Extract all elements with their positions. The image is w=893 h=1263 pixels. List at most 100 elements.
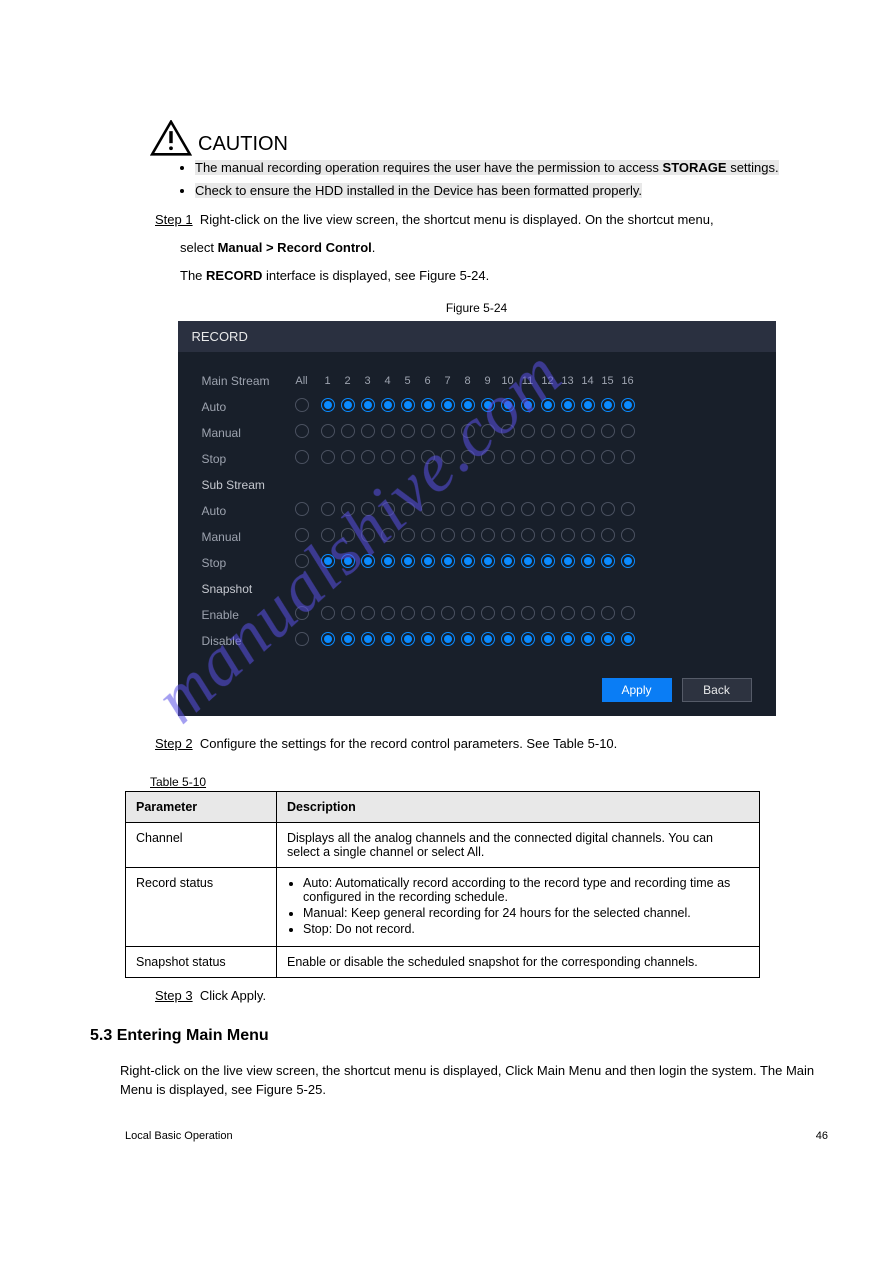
radio-ch-15[interactable]: [601, 606, 615, 620]
radio-ch-1[interactable]: [321, 554, 335, 568]
radio-ch-4[interactable]: [381, 398, 395, 412]
radio-ch-7[interactable]: [441, 398, 455, 412]
radio-ch-6[interactable]: [421, 502, 435, 516]
back-button[interactable]: Back: [682, 678, 752, 702]
radio-ch-1[interactable]: [321, 502, 335, 516]
radio-ch-15[interactable]: [601, 502, 615, 516]
radio-all[interactable]: [295, 554, 309, 568]
radio-ch-10[interactable]: [501, 632, 515, 646]
radio-ch-7[interactable]: [441, 554, 455, 568]
radio-ch-2[interactable]: [341, 606, 355, 620]
radio-ch-5[interactable]: [401, 450, 415, 464]
radio-ch-1[interactable]: [321, 424, 335, 438]
radio-ch-9[interactable]: [481, 554, 495, 568]
radio-ch-4[interactable]: [381, 450, 395, 464]
radio-ch-14[interactable]: [581, 424, 595, 438]
radio-ch-16[interactable]: [621, 502, 635, 516]
radio-ch-3[interactable]: [361, 632, 375, 646]
radio-ch-15[interactable]: [601, 424, 615, 438]
radio-ch-7[interactable]: [441, 606, 455, 620]
radio-ch-15[interactable]: [601, 528, 615, 542]
radio-ch-3[interactable]: [361, 424, 375, 438]
radio-all[interactable]: [295, 528, 309, 542]
radio-ch-10[interactable]: [501, 528, 515, 542]
radio-ch-9[interactable]: [481, 398, 495, 412]
radio-ch-16[interactable]: [621, 528, 635, 542]
radio-ch-12[interactable]: [541, 632, 555, 646]
radio-ch-2[interactable]: [341, 450, 355, 464]
radio-ch-8[interactable]: [461, 632, 475, 646]
radio-ch-2[interactable]: [341, 528, 355, 542]
radio-all[interactable]: [295, 502, 309, 516]
radio-ch-13[interactable]: [561, 424, 575, 438]
radio-ch-8[interactable]: [461, 554, 475, 568]
radio-ch-12[interactable]: [541, 424, 555, 438]
radio-ch-16[interactable]: [621, 424, 635, 438]
radio-ch-14[interactable]: [581, 528, 595, 542]
radio-ch-14[interactable]: [581, 606, 595, 620]
radio-ch-10[interactable]: [501, 450, 515, 464]
radio-ch-12[interactable]: [541, 606, 555, 620]
radio-ch-7[interactable]: [441, 424, 455, 438]
radio-ch-12[interactable]: [541, 502, 555, 516]
radio-ch-11[interactable]: [521, 606, 535, 620]
radio-ch-13[interactable]: [561, 528, 575, 542]
radio-ch-15[interactable]: [601, 450, 615, 464]
radio-ch-8[interactable]: [461, 528, 475, 542]
radio-ch-5[interactable]: [401, 528, 415, 542]
radio-all[interactable]: [295, 424, 309, 438]
radio-ch-16[interactable]: [621, 450, 635, 464]
radio-ch-3[interactable]: [361, 502, 375, 516]
radio-ch-6[interactable]: [421, 424, 435, 438]
radio-ch-2[interactable]: [341, 554, 355, 568]
radio-ch-3[interactable]: [361, 528, 375, 542]
radio-ch-1[interactable]: [321, 606, 335, 620]
radio-ch-6[interactable]: [421, 450, 435, 464]
radio-ch-10[interactable]: [501, 502, 515, 516]
radio-ch-11[interactable]: [521, 424, 535, 438]
radio-ch-7[interactable]: [441, 502, 455, 516]
radio-ch-3[interactable]: [361, 606, 375, 620]
radio-ch-5[interactable]: [401, 398, 415, 412]
radio-ch-9[interactable]: [481, 502, 495, 516]
radio-ch-12[interactable]: [541, 528, 555, 542]
radio-ch-13[interactable]: [561, 606, 575, 620]
radio-ch-2[interactable]: [341, 424, 355, 438]
radio-ch-10[interactable]: [501, 398, 515, 412]
radio-ch-11[interactable]: [521, 450, 535, 464]
radio-ch-14[interactable]: [581, 502, 595, 516]
radio-ch-16[interactable]: [621, 398, 635, 412]
radio-ch-5[interactable]: [401, 424, 415, 438]
radio-ch-14[interactable]: [581, 554, 595, 568]
radio-ch-4[interactable]: [381, 632, 395, 646]
radio-ch-8[interactable]: [461, 450, 475, 464]
radio-ch-10[interactable]: [501, 554, 515, 568]
radio-ch-16[interactable]: [621, 606, 635, 620]
radio-ch-5[interactable]: [401, 632, 415, 646]
radio-ch-15[interactable]: [601, 398, 615, 412]
radio-ch-2[interactable]: [341, 632, 355, 646]
apply-button[interactable]: Apply: [602, 678, 672, 702]
radio-ch-15[interactable]: [601, 632, 615, 646]
radio-ch-5[interactable]: [401, 554, 415, 568]
radio-ch-7[interactable]: [441, 528, 455, 542]
radio-ch-1[interactable]: [321, 632, 335, 646]
radio-ch-13[interactable]: [561, 554, 575, 568]
radio-ch-3[interactable]: [361, 554, 375, 568]
radio-ch-11[interactable]: [521, 632, 535, 646]
radio-ch-10[interactable]: [501, 606, 515, 620]
radio-ch-14[interactable]: [581, 632, 595, 646]
radio-ch-6[interactable]: [421, 554, 435, 568]
radio-ch-1[interactable]: [321, 450, 335, 464]
radio-all[interactable]: [295, 398, 309, 412]
radio-ch-16[interactable]: [621, 632, 635, 646]
radio-all[interactable]: [295, 606, 309, 620]
radio-ch-2[interactable]: [341, 398, 355, 412]
radio-ch-4[interactable]: [381, 424, 395, 438]
radio-all[interactable]: [295, 450, 309, 464]
radio-ch-9[interactable]: [481, 424, 495, 438]
radio-ch-11[interactable]: [521, 554, 535, 568]
radio-ch-9[interactable]: [481, 606, 495, 620]
radio-ch-6[interactable]: [421, 398, 435, 412]
radio-ch-9[interactable]: [481, 450, 495, 464]
